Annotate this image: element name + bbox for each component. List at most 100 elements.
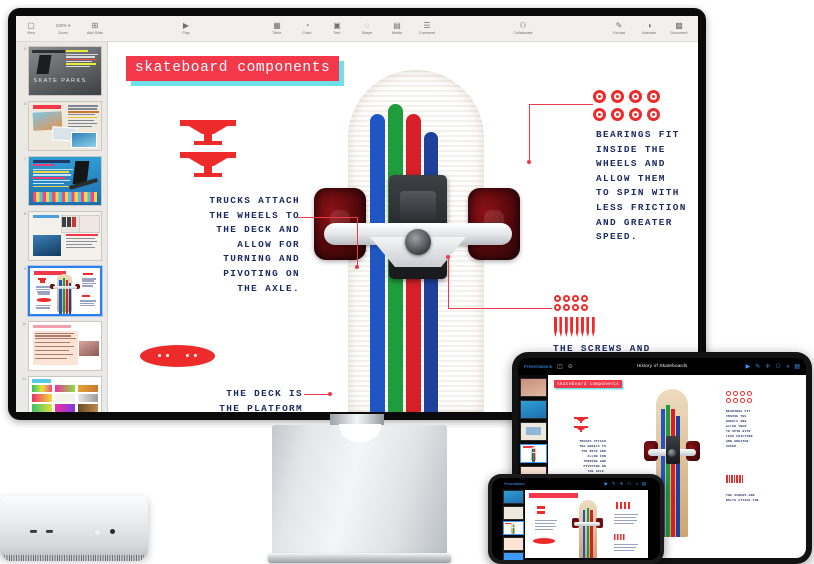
iphone-slide-navigator[interactable]: [502, 489, 524, 560]
iphone-slide-thumbnail[interactable]: [503, 536, 524, 551]
slide-thumbnail-skateboard-components[interactable]: [28, 266, 102, 316]
screws-icon-group: [554, 317, 595, 337]
slide-thumb-row[interactable]: 11: [20, 376, 102, 412]
toolbar-collab-group: ⚇ Collaborate: [503, 22, 543, 36]
slide-navigator[interactable]: 5 SKATE PARKS 6 7 8 9 10 11: [16, 42, 108, 412]
mini-stripe-red: [65, 279, 69, 314]
screw-icon: [580, 317, 584, 337]
add-slide-button[interactable]: ⊞ Add Slide: [80, 22, 110, 36]
format-brush-icon[interactable]: ✎: [755, 363, 760, 370]
iphone-slide-canvas[interactable]: [525, 490, 648, 558]
insert-icon[interactable]: ✛: [620, 481, 624, 487]
slide-thumb-row[interactable]: 6: [20, 101, 102, 151]
slide-number: 9: [24, 267, 26, 271]
zoom-control[interactable]: 100% ▾ Zoom: [46, 22, 80, 35]
insert-table-button[interactable]: ▦ Table: [262, 22, 292, 36]
ipad-slide-thumbnail-selected[interactable]: [520, 444, 547, 463]
display-stand-base: [268, 424, 451, 563]
document-button[interactable]: ▩ Document: [664, 21, 694, 36]
mini-truck: [53, 286, 77, 290]
view-button[interactable]: ▢ View: [16, 22, 46, 36]
animate-icon: ◑: [646, 21, 652, 30]
slide-thumb-row[interactable]: 5 SKATE PARKS: [20, 46, 102, 96]
format-button[interactable]: ✎ Format: [604, 22, 634, 36]
slide-number: 5: [24, 47, 26, 51]
screw-icon: [559, 317, 563, 337]
callout-deck-text[interactable]: THE DECK IS THE PLATFORM: [148, 387, 303, 412]
callout-bearings-text[interactable]: BEARINGS FIT INSIDE THE WHEELS AND ALLOW…: [596, 128, 698, 245]
insert-icon[interactable]: ✛: [765, 363, 770, 370]
sidebar-icon[interactable]: ◫: [557, 363, 563, 370]
collaborate-button[interactable]: ⚇ Collaborate: [503, 22, 543, 36]
slide-thumbnail-skate-timeline[interactable]: [28, 156, 102, 206]
play-icon[interactable]: ▶: [746, 363, 751, 370]
slide-thumb-row[interactable]: 7: [20, 156, 102, 206]
ipad-slide-thumbnail[interactable]: [520, 400, 547, 419]
iphone-slide-thumbnail[interactable]: [503, 505, 524, 520]
vent-grille: [4, 555, 144, 561]
ipad-truck-icon-2: [574, 426, 588, 432]
keynote-toolbar[interactable]: ▢ View 100% ▾ Zoom ⊞ Add Slide ▶ Play ▦ …: [16, 16, 698, 42]
comment-icon: ☰: [423, 21, 431, 30]
mini-bearings-icon: [83, 272, 93, 276]
format-brush-icon[interactable]: ✎: [612, 481, 616, 487]
play-button[interactable]: ▶ Play: [171, 21, 201, 36]
slide-thumbnail-skate-parks[interactable]: SKATE PARKS: [28, 46, 102, 96]
document-icon[interactable]: ▤: [794, 363, 800, 370]
insert-shape-button[interactable]: ◌ Shape: [352, 22, 382, 36]
insert-comment-button[interactable]: ☰ Comment: [412, 21, 442, 36]
nut-icon: [563, 304, 570, 311]
play-icon[interactable]: ▶: [604, 481, 607, 487]
slide-thumbnail-skate-gear[interactable]: [28, 211, 102, 261]
insert-text-button[interactable]: ▣ Text: [322, 22, 352, 36]
iphone-back-button[interactable]: Presentations: [504, 482, 525, 486]
view-label: View: [26, 31, 36, 35]
play-icon: ▶: [182, 21, 190, 30]
mini-slide: [30, 268, 100, 314]
screw-icon: [564, 317, 568, 337]
collaborate-icon[interactable]: ⚇: [627, 481, 631, 487]
zoom-icon[interactable]: ⊖: [568, 363, 573, 370]
leader-line-trucks-v: [357, 217, 359, 267]
insert-media-button[interactable]: ▤ Media: [382, 22, 412, 36]
animate-button[interactable]: ◑ Animate: [634, 21, 664, 36]
ipad-slide-thumbnail[interactable]: [520, 422, 547, 441]
shape-label: Shape: [361, 31, 373, 35]
table-label: Table: [272, 31, 282, 35]
iphone-slide-thumbnail-selected[interactable]: [503, 521, 524, 535]
iphone-slide-thumbnail[interactable]: [503, 490, 524, 504]
bearing-icon: [611, 108, 624, 121]
collaborate-icon[interactable]: ⚇: [775, 363, 780, 370]
slide-thumbnail-skate-notes[interactable]: [28, 321, 102, 371]
usb-c-port-1: [30, 530, 37, 533]
document-icon[interactable]: ▤: [642, 481, 646, 487]
ipad-slide-title: skateboard components: [554, 380, 623, 388]
ipad-toolbar[interactable]: Presentations ◫ ⊖ History of Skateboards…: [518, 358, 806, 375]
bearing-icon: [647, 90, 660, 103]
slide-thumbnail-skate-photos[interactable]: [28, 101, 102, 151]
slide-thumb-row[interactable]: 8: [20, 211, 102, 261]
mini-screws-icon: [81, 294, 91, 297]
ipad-back-button[interactable]: Presentations: [524, 364, 552, 369]
callout-trucks-text[interactable]: TRUCKS ATTACH THE WHEELS TO THE DECK AND…: [140, 194, 300, 296]
document-icon: ▩: [675, 21, 683, 30]
truck-icon-2: [180, 152, 236, 179]
slide-thumb-row-selected[interactable]: 9: [20, 266, 102, 316]
animate-icon[interactable]: ◑: [635, 481, 638, 487]
slide-thumbnail-deck-gallery[interactable]: [28, 376, 102, 412]
ipad-toolbar-right: ▶ ✎ ✛ ⚇ ◑ ▤: [746, 363, 800, 371]
zoom-value: 100% ▾: [55, 23, 71, 28]
leader-line-trucks: [298, 217, 358, 219]
mini-text-line: [81, 285, 93, 287]
bearing-icon: [593, 90, 606, 103]
slide-number: 6: [24, 102, 26, 106]
insert-chart-button[interactable]: ◔ Chart: [292, 22, 322, 36]
ipad-slide-thumbnail[interactable]: [520, 378, 547, 397]
play-label: Play: [182, 31, 190, 35]
iphone-toolbar[interactable]: Presentations ▶ ✎ ✛ ⚇ ◑ ▤: [492, 478, 660, 489]
kingpin: [405, 229, 431, 255]
animate-icon[interactable]: ◑: [786, 364, 790, 370]
slide-number: 7: [24, 157, 26, 161]
slide-thumb-row[interactable]: 10: [20, 321, 102, 371]
iphone-slide-thumbnail[interactable]: [503, 552, 524, 560]
